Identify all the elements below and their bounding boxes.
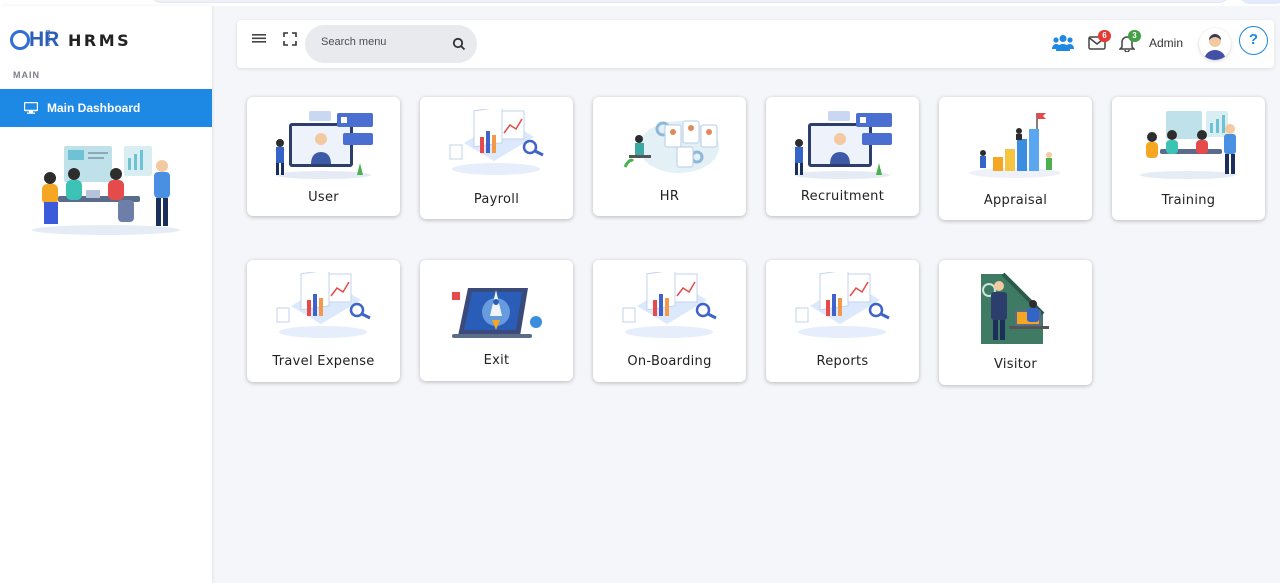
notification-button[interactable]: 3 (1118, 30, 1141, 53)
brand[interactable]: HR BOOK HRMS (10, 28, 131, 52)
brand-name: HRMS (68, 30, 132, 50)
module-label: Travel Expense (272, 354, 375, 369)
training-module-icon (1140, 111, 1236, 179)
notification-count-badge: 3 (1128, 30, 1141, 42)
module-card-visitor[interactable]: Visitor (939, 260, 1092, 385)
logo-h (10, 30, 30, 50)
module-label: Payroll (473, 192, 520, 207)
search-icon[interactable] (452, 37, 466, 51)
module-label: Visitor (993, 357, 1038, 372)
monitor-icon (24, 102, 38, 114)
module-card-on-boarding[interactable]: On-Boarding (593, 260, 746, 382)
user-module-icon (275, 111, 373, 179)
module-label: Reports (816, 354, 869, 369)
payroll-module-icon (449, 109, 544, 175)
hr-module-icon (623, 120, 719, 173)
address-bar[interactable] (150, 0, 1230, 3)
module-card-travel-expense[interactable]: Travel Expense (247, 260, 400, 382)
module-label: Training (1161, 193, 1216, 208)
user-name[interactable]: Admin (1149, 36, 1183, 50)
search-box[interactable] (305, 25, 477, 63)
sidebar-item-main-dashboard[interactable]: Main Dashboard (0, 89, 212, 127)
hrbook-logo-icon: HR BOOK (10, 28, 59, 52)
sidebar-item-label: Main Dashboard (47, 101, 141, 115)
module-card-training[interactable]: Training (1112, 97, 1265, 220)
logo-sub: BOOK (44, 30, 50, 47)
mail-button[interactable]: 6 (1088, 30, 1111, 50)
user-avatar-icon (1204, 34, 1226, 60)
on-boarding-module-icon (622, 272, 717, 338)
top-bar: 6 3 Admin ? (237, 20, 1274, 68)
recruitment-module-icon (794, 111, 892, 179)
users-icon[interactable] (1052, 34, 1074, 52)
visitor-module-icon (981, 272, 1049, 344)
module-card-hr[interactable]: HR (593, 97, 746, 216)
module-card-appraisal[interactable]: Appraisal (939, 97, 1092, 220)
module-label: On-Boarding (627, 354, 712, 369)
help-button[interactable]: ? (1239, 26, 1268, 55)
module-label: HR (659, 189, 680, 204)
appraisal-module-icon (969, 113, 1061, 178)
module-card-reports[interactable]: Reports (766, 260, 919, 382)
browser-button[interactable] (1238, 0, 1280, 4)
mail-count-badge: 6 (1098, 30, 1111, 42)
module-card-exit[interactable]: Exit (420, 260, 573, 381)
hamburger-menu-icon[interactable] (251, 31, 267, 47)
module-card-user[interactable]: User (247, 97, 400, 216)
exit-module-icon (452, 288, 542, 338)
avatar[interactable] (1199, 28, 1231, 60)
module-label: Appraisal (983, 193, 1048, 208)
fullscreen-icon[interactable] (282, 31, 298, 47)
team-meeting-illustration (32, 146, 180, 235)
module-label: Recruitment (800, 189, 885, 204)
sidebar-section-main: MAIN (13, 70, 40, 80)
module-label: User (308, 190, 339, 205)
module-card-payroll[interactable]: Payroll (420, 97, 573, 219)
module-card-recruitment[interactable]: Recruitment (766, 97, 919, 216)
travel-expense-module-icon (276, 272, 371, 338)
reports-module-icon (795, 272, 890, 338)
sidebar: HR BOOK HRMS MAIN Main Dashboard (0, 6, 212, 583)
search-input[interactable] (321, 36, 441, 48)
module-label: Exit (483, 353, 510, 368)
